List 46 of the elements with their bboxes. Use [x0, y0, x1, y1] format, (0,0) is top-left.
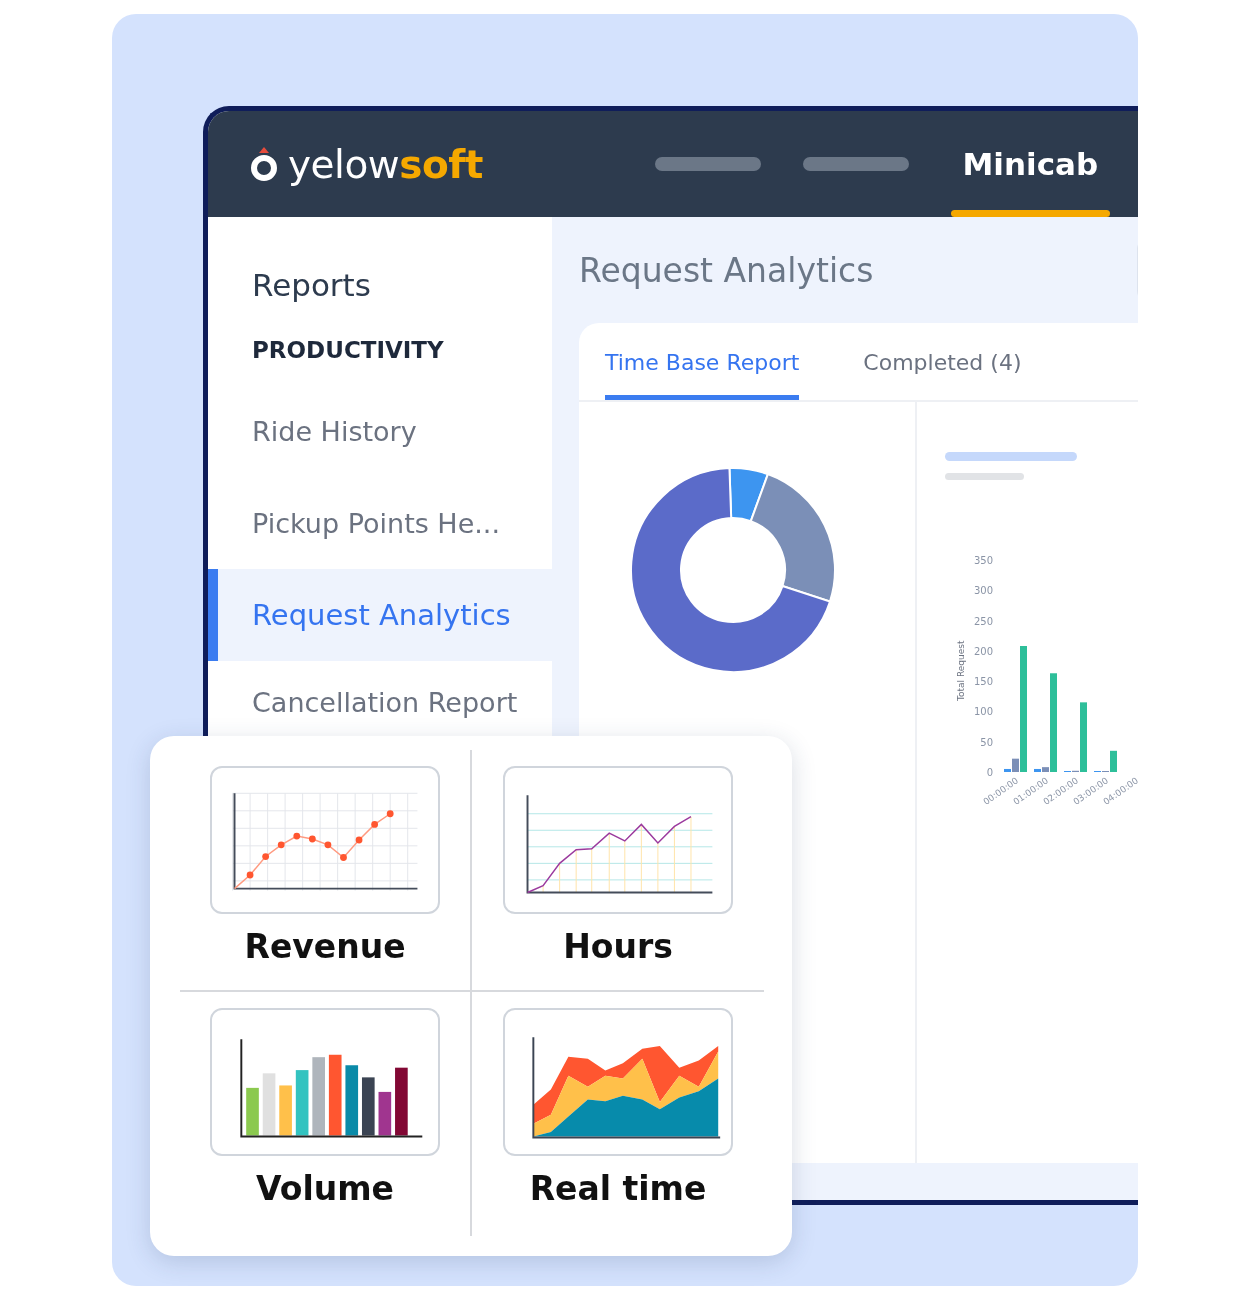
chart-thumbnail[interactable] — [503, 1008, 733, 1156]
data-point — [308, 835, 316, 843]
axis-tick-label: 300 — [973, 585, 993, 597]
chart-thumbnail[interactable] — [210, 1008, 440, 1156]
page-title: Request Analytics — [579, 250, 874, 290]
axis-tick-label: 150 — [973, 676, 993, 688]
chart-thumbnail[interactable] — [503, 766, 733, 914]
data-point — [355, 836, 363, 844]
feature-label: Volume — [256, 1169, 394, 1208]
sidebar-item[interactable]: Request Analytics — [208, 569, 552, 661]
sidebar-item[interactable]: Ride History — [208, 385, 552, 477]
bar — [246, 1087, 259, 1136]
data-point — [386, 810, 394, 818]
bar — [395, 1067, 408, 1136]
feature-label: Revenue — [244, 927, 406, 966]
feature-label: Hours — [563, 927, 673, 966]
report-tab[interactable]: Time Base Report — [605, 323, 800, 400]
logo-text: yelowsoft — [288, 141, 483, 187]
data-point — [371, 821, 379, 828]
bar — [345, 1065, 359, 1136]
data-point — [324, 841, 332, 849]
sidebar-item[interactable]: Pickup Points He... — [208, 477, 552, 569]
axis-tick-label: 200 — [973, 645, 993, 657]
data-point — [293, 832, 301, 840]
chart-thumbnail[interactable] — [210, 766, 440, 914]
axis-tick-label: 350 — [973, 555, 993, 566]
data-point — [262, 853, 270, 860]
bar — [378, 1091, 392, 1136]
section-heading: PRODUCTIVITY — [251, 336, 445, 365]
bar — [279, 1085, 292, 1136]
data-point — [246, 871, 254, 879]
feature-label: Real time — [529, 1169, 707, 1208]
report-tab[interactable]: Completed (4) — [863, 323, 1022, 400]
axis-tick-label: 250 — [973, 615, 993, 627]
bar — [262, 1073, 276, 1136]
nav-tab[interactable]: Minicab — [950, 111, 1110, 217]
data-point — [340, 854, 347, 861]
bar — [361, 1077, 375, 1136]
data-point — [277, 841, 285, 849]
bar — [295, 1070, 309, 1136]
axis-tick-label: 50 — [980, 736, 993, 748]
sidebar-title: Reports — [251, 266, 372, 305]
axis-title: Total Request — [956, 640, 966, 701]
axis-tick-label: 0 — [986, 767, 993, 778]
sidebar-item[interactable]: Cancellation Report — [208, 661, 552, 729]
axis-tick-label: 100 — [973, 706, 993, 718]
